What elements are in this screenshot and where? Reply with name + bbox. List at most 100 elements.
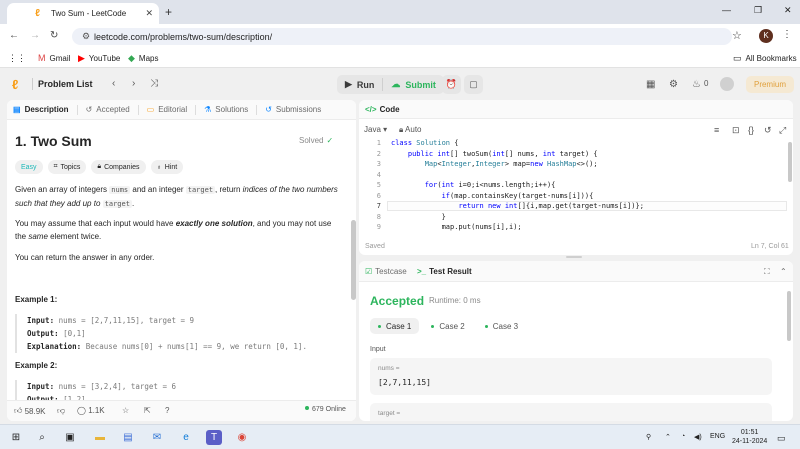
- companies-chip[interactable]: 🔒︎ Companies: [91, 160, 146, 174]
- like-button[interactable]: 👍︎ 58.9K: [14, 406, 46, 416]
- leetcode-navbar: ℓ Problem List ‹ › ⤨ ▶ Run ☁ Submit ⏰ ▢ ▦ …: [0, 69, 800, 100]
- new-tab-icon[interactable]: +: [165, 5, 172, 19]
- case-tab-3[interactable]: Case 3: [477, 318, 526, 334]
- search-icon[interactable]: ⌕: [34, 430, 50, 445]
- fullscreen-icon[interactable]: ⤢: [779, 125, 786, 136]
- all-bookmarks[interactable]: ▭ All Bookmarks: [733, 53, 797, 64]
- minimize-icon[interactable]: —: [722, 5, 731, 15]
- expand-icon[interactable]: ⛶: [764, 267, 770, 277]
- user-avatar[interactable]: [720, 77, 734, 91]
- people-icon[interactable]: ⚲: [646, 433, 651, 441]
- result-scrollbar[interactable]: [787, 291, 791, 341]
- topics-chip[interactable]: ⌗ Topics: [47, 160, 87, 174]
- bookmark-maps[interactable]: ◆ Maps: [128, 53, 158, 64]
- description-scrollbar[interactable]: [351, 220, 356, 300]
- bookmark-star-icon[interactable]: ☆: [732, 29, 742, 42]
- reset-icon[interactable]: ↺: [764, 125, 772, 136]
- close-tab-icon[interactable]: ✕: [145, 8, 153, 19]
- edge-icon[interactable]: e: [178, 430, 194, 445]
- format-icon[interactable]: ≡: [714, 125, 719, 135]
- mail-icon[interactable]: ✉: [149, 430, 165, 445]
- share-icon[interactable]: ⇱: [144, 406, 151, 415]
- case-tab-1[interactable]: Case 1: [370, 318, 420, 334]
- difficulty-badge[interactable]: Easy: [15, 160, 43, 174]
- code-line: if(map.containsKey(target-nums[i])){: [441, 191, 594, 200]
- leetcode-logo-icon[interactable]: ℓ: [12, 77, 26, 92]
- document-icon: ▤: [13, 105, 21, 114]
- resize-handle[interactable]: [566, 256, 582, 258]
- url-text: leetcode.com/problems/two-sum/descriptio…: [94, 32, 273, 42]
- help-icon[interactable]: ?: [165, 406, 169, 415]
- network-icon[interactable]: ◔: [681, 433, 685, 440]
- settings-icon[interactable]: ⚙: [669, 79, 678, 90]
- browser-tab[interactable]: ℓ Two Sum - LeetCode ✕: [7, 3, 159, 24]
- tab-submissions[interactable]: ↺ Submissions: [265, 105, 321, 114]
- timer-icon[interactable]: ⏰: [442, 75, 461, 94]
- teams-icon[interactable]: T: [206, 430, 222, 445]
- lang-indicator[interactable]: ENG: [710, 433, 725, 440]
- volume-icon[interactable]: ◀): [694, 433, 702, 441]
- line-number: 3: [376, 160, 381, 168]
- chrome-icon[interactable]: ◉: [234, 430, 250, 445]
- play-icon: ▶: [345, 79, 352, 89]
- windows-start-icon[interactable]: ⊞: [8, 430, 24, 445]
- layout-icon[interactable]: ▦: [646, 79, 655, 90]
- run-button[interactable]: ▶ Run: [337, 75, 382, 94]
- description-paragraph-3: You can return the answer in any order.: [15, 253, 155, 262]
- tab-description[interactable]: ▤ Description: [13, 104, 78, 115]
- tab-test-result[interactable]: >_ Test Result: [417, 267, 472, 276]
- tab-accepted[interactable]: ↺ Accepted: [86, 104, 139, 115]
- comments-button[interactable]: ◯ 1.1K: [77, 406, 105, 415]
- bookmark-youtube[interactable]: ▶ YouTube: [78, 53, 120, 64]
- code-line: Map<Integer,Integer> map=new HashMap<>()…: [424, 160, 598, 168]
- forward-icon[interactable]: →: [30, 30, 40, 41]
- site-info-icon[interactable]: ⚙: [82, 31, 90, 42]
- code-scrollbar[interactable]: [788, 142, 792, 182]
- thumbs-up-icon: 👍︎: [14, 406, 23, 415]
- auto-mode[interactable]: 🔒︎ Auto: [399, 125, 422, 135]
- tab-editorial[interactable]: ▭ Editorial: [146, 104, 197, 115]
- notification-icon[interactable]: ▭: [777, 433, 786, 444]
- task-view-icon[interactable]: ▣: [62, 430, 78, 445]
- profile-avatar[interactable]: K: [759, 29, 773, 43]
- description-footer: 👍︎ 58.9K 👎︎ ◯ 1.1K ☆ ⇱ ? 679 Online: [7, 400, 356, 421]
- premium-button[interactable]: Premium: [746, 76, 794, 93]
- tab-solutions[interactable]: ⚗ Solutions: [204, 104, 258, 115]
- chrome-menu-icon[interactable]: ⋮: [782, 29, 792, 40]
- language-select[interactable]: Java ▾: [364, 125, 387, 134]
- address-bar[interactable]: ⚙ leetcode.com/problems/two-sum/descript…: [72, 28, 732, 45]
- bookmark-icon[interactable]: ⊡: [732, 125, 740, 136]
- book-icon: ▭: [146, 105, 155, 114]
- leetcode-favicon-icon: ℓ: [35, 7, 40, 19]
- problem-list-link[interactable]: Problem List: [38, 79, 93, 89]
- youtube-icon: ▶: [78, 53, 85, 63]
- lightbulb-icon: ♁: [156, 163, 162, 171]
- submit-button[interactable]: ☁ Submit: [383, 75, 444, 94]
- restore-icon[interactable]: ❐: [754, 5, 762, 16]
- back-icon[interactable]: ←: [9, 30, 19, 41]
- code-editor[interactable]: 1 class Solution { 2 public int[] twoSum…: [359, 138, 793, 234]
- braces-icon[interactable]: {}: [748, 125, 754, 135]
- close-window-icon[interactable]: ✕: [784, 5, 792, 16]
- apps-icon[interactable]: ⋮⋮: [8, 53, 30, 64]
- shuffle-icon[interactable]: ⤨: [150, 78, 158, 89]
- case-tab-2[interactable]: Case 2: [423, 318, 472, 334]
- line-number: 2: [376, 149, 381, 158]
- streak-flame-icon[interactable]: ♨: [692, 79, 701, 90]
- online-count: 679 Online: [305, 406, 346, 413]
- prev-problem-icon[interactable]: ‹: [112, 78, 115, 89]
- dislike-icon[interactable]: 👎︎: [57, 406, 65, 416]
- code-editor-panel: </> Code Java ▾ 🔒︎ Auto ≡ ⊡ {} ↺ ⤢ 1 clas…: [359, 100, 793, 255]
- next-problem-icon[interactable]: ›: [132, 78, 135, 89]
- reload-icon[interactable]: ↻: [50, 30, 58, 41]
- file-explorer-icon[interactable]: ▬: [92, 430, 108, 445]
- hint-chip[interactable]: ♁ Hint: [150, 160, 184, 174]
- bookmark-gmail[interactable]: M Gmail: [38, 53, 70, 63]
- tab-testcase[interactable]: ☑ Testcase: [365, 267, 407, 276]
- system-clock[interactable]: 01:51 24-11-2024: [732, 428, 767, 446]
- chevron-up-icon[interactable]: ⌃: [665, 433, 671, 441]
- favorite-star-icon[interactable]: ☆: [122, 406, 129, 415]
- notes-icon[interactable]: ▢: [464, 75, 483, 94]
- store-icon[interactable]: ▤: [120, 430, 136, 445]
- collapse-icon[interactable]: ⌃: [780, 267, 787, 276]
